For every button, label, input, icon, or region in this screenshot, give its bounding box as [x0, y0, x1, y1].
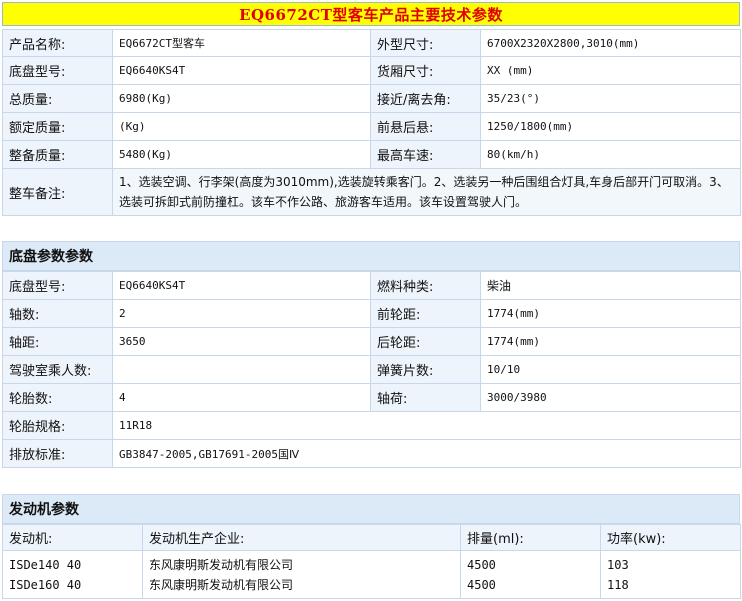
label-front-track: 前轮距:	[370, 299, 481, 328]
table-header-row: 发动机: 发动机生产企业: 排量(ml): 功率(kw):	[2, 524, 741, 551]
value-chassis-model: EQ6640KS4T	[112, 56, 371, 85]
value-tire-spec: 11R18	[112, 411, 741, 440]
label-remarks: 整车备注:	[2, 168, 113, 216]
header-engine: 发动机:	[2, 524, 143, 551]
table-row: 轮胎数: 4 轴荷: 3000/3980	[2, 383, 741, 412]
label-spring-leaves: 弹簧片数:	[370, 355, 481, 384]
header-engine-maker: 发动机生产企业:	[142, 524, 461, 551]
value-tire-count: 4	[112, 383, 371, 412]
table-row: 额定质量: (Kg) 前悬后悬: 1250/1800(mm)	[2, 112, 741, 141]
value-remarks: 1、选装空调、行李架(高度为3010mm),选装旋转乘客门。2、选装另一种后围组…	[112, 168, 741, 216]
value-approach-angle: 35/23(°)	[480, 84, 741, 113]
value-fuel-type: 柴油	[480, 271, 741, 300]
label-fuel-type: 燃料种类:	[370, 271, 481, 300]
table-row: ISDe140 40 ISDe160 40 东风康明斯发动机有限公司 东风康明斯…	[2, 550, 741, 599]
chassis-heading: 底盘参数参数	[9, 249, 93, 265]
value-total-mass: 6980(Kg)	[112, 84, 371, 113]
value-spring-leaves: 10/10	[480, 355, 741, 384]
table-row: 底盘型号: EQ6640KS4T 货厢尺寸: XX (mm)	[2, 56, 741, 85]
label-tire-count: 轮胎数:	[2, 383, 113, 412]
engine-models-cell: ISDe140 40 ISDe160 40	[2, 550, 143, 599]
value-front-track: 1774(mm)	[480, 299, 741, 328]
engine-displacement: 4500	[467, 577, 496, 592]
chassis-section-header: 底盘参数参数	[2, 241, 740, 271]
value-chassis-model-2: EQ6640KS4T	[112, 271, 371, 300]
value-curb-mass: 5480(Kg)	[112, 140, 371, 169]
label-max-speed: 最高车速:	[370, 140, 481, 169]
engine-displacement: 4500	[467, 557, 496, 572]
engine-makers-cell: 东风康明斯发动机有限公司 东风康明斯发动机有限公司	[142, 550, 461, 599]
engine-table: 发动机: 发动机生产企业: 排量(ml): 功率(kw): ISDe140 40…	[2, 524, 741, 599]
table-row: 驾驶室乘人数: 弹簧片数: 10/10	[2, 355, 741, 384]
table-row: 轴数: 2 前轮距: 1774(mm)	[2, 299, 741, 328]
label-approach-angle: 接近/离去角:	[370, 84, 481, 113]
title-bar: EQ6672CT型客车产品主要技术参数	[2, 2, 740, 26]
label-cargo-size: 货厢尺寸:	[370, 56, 481, 85]
engine-displacement-cell: 4500 4500	[460, 550, 601, 599]
value-overhang: 1250/1800(mm)	[480, 112, 741, 141]
engine-maker: 东风康明斯发动机有限公司	[149, 557, 294, 572]
label-chassis-model-2: 底盘型号:	[2, 271, 113, 300]
main-params-table: 产品名称: EQ6672CT型客车 外型尺寸: 6700X2320X2800,3…	[2, 29, 741, 216]
value-rated-mass: (Kg)	[112, 112, 371, 141]
value-emission-standard: GB3847-2005,GB17691-2005国Ⅳ	[112, 439, 741, 468]
table-row: 轴距: 3650 后轮距: 1774(mm)	[2, 327, 741, 356]
table-row: 底盘型号: EQ6640KS4T 燃料种类: 柴油	[2, 271, 741, 300]
engine-power-cell: 103 118	[600, 550, 741, 599]
value-axle-count: 2	[112, 299, 371, 328]
label-curb-mass: 整备质量:	[2, 140, 113, 169]
table-row: 排放标准: GB3847-2005,GB17691-2005国Ⅳ	[2, 439, 741, 468]
value-dimensions: 6700X2320X2800,3010(mm)	[480, 29, 741, 57]
value-max-speed: 80(km/h)	[480, 140, 741, 169]
engine-power: 118	[607, 577, 629, 592]
label-rated-mass: 额定质量:	[2, 112, 113, 141]
table-row: 产品名称: EQ6672CT型客车 外型尺寸: 6700X2320X2800,3…	[2, 29, 741, 57]
engine-model: ISDe160 40	[9, 577, 82, 592]
label-overhang: 前悬后悬:	[370, 112, 481, 141]
table-row: 整车备注: 1、选装空调、行李架(高度为3010mm),选装旋转乘客门。2、选装…	[2, 168, 741, 216]
engine-section-header: 发动机参数	[2, 494, 740, 524]
label-total-mass: 总质量:	[2, 84, 113, 113]
label-tire-spec: 轮胎规格:	[2, 411, 113, 440]
value-product-name: EQ6672CT型客车	[112, 29, 371, 57]
label-wheelbase: 轴距:	[2, 327, 113, 356]
value-wheelbase: 3650	[112, 327, 371, 356]
value-axle-load: 3000/3980	[480, 383, 741, 412]
label-chassis-model: 底盘型号:	[2, 56, 113, 85]
page-title: EQ6672CT型客车产品主要技术参数	[239, 5, 503, 24]
label-axle-count: 轴数:	[2, 299, 113, 328]
label-dimensions: 外型尺寸:	[370, 29, 481, 57]
value-cab-occupants	[112, 355, 371, 384]
label-product-name: 产品名称:	[2, 29, 113, 57]
table-row: 轮胎规格: 11R18	[2, 411, 741, 440]
label-emission-standard: 排放标准:	[2, 439, 113, 468]
header-power: 功率(kw):	[600, 524, 741, 551]
chassis-table: 底盘型号: EQ6640KS4T 燃料种类: 柴油 轴数: 2 前轮距: 177…	[2, 271, 741, 468]
engine-model: ISDe140 40	[9, 557, 82, 572]
label-axle-load: 轴荷:	[370, 383, 481, 412]
table-row: 整备质量: 5480(Kg) 最高车速: 80(km/h)	[2, 140, 741, 169]
header-displacement: 排量(ml):	[460, 524, 601, 551]
engine-maker: 东风康明斯发动机有限公司	[149, 577, 294, 592]
engine-heading: 发动机参数	[9, 502, 79, 518]
engine-power: 103	[607, 557, 629, 572]
value-cargo-size: XX (mm)	[480, 56, 741, 85]
label-rear-track: 后轮距:	[370, 327, 481, 356]
value-rear-track: 1774(mm)	[480, 327, 741, 356]
table-row: 总质量: 6980(Kg) 接近/离去角: 35/23(°)	[2, 84, 741, 113]
label-cab-occupants: 驾驶室乘人数:	[2, 355, 113, 384]
